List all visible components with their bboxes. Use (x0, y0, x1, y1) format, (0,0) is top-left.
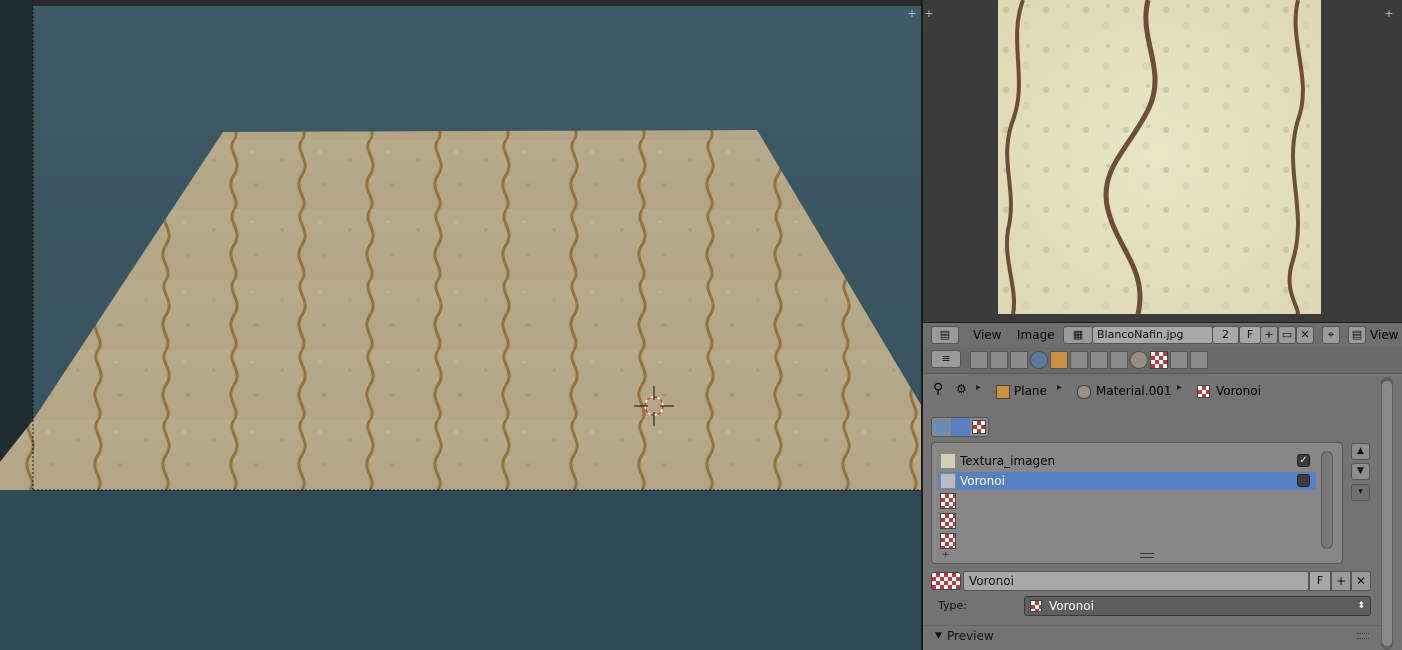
menu-image[interactable]: Image (1017, 326, 1055, 344)
empty-slot-icon (940, 513, 956, 529)
texture-context-switch (931, 417, 989, 437)
slot-enable-checkbox[interactable]: ✓ (1297, 454, 1310, 467)
area-split-widget-icon-left[interactable]: + (924, 8, 934, 19)
physics-icon[interactable] (1190, 351, 1208, 369)
breadcrumb: ⚲ ⚙ ▸ Plane ▸ Material.001 ▸ Voronoi (923, 377, 1402, 405)
list-item[interactable]: Textura_imagen ✓ (938, 452, 1316, 470)
image-editor-icon[interactable]: ▤ (931, 326, 959, 344)
texture-name-field[interactable]: Voronoi (963, 571, 1309, 591)
breadcrumb-arrow-icon: ▸ (976, 382, 982, 393)
other-context-icon[interactable] (972, 420, 986, 434)
voronoi-thumb-icon (940, 473, 956, 489)
texture-slot-list: Textura_imagen ✓ Voronoi + (931, 442, 1343, 564)
view-mode-label[interactable]: View (1370, 326, 1398, 344)
world-icon[interactable] (1030, 351, 1048, 369)
list-item-empty[interactable] (938, 492, 1316, 510)
render-layers-icon[interactable] (990, 351, 1008, 369)
new-texture-icon[interactable]: + (1331, 571, 1351, 591)
texture-type-dropdown[interactable]: Voronoi ⬍ (1024, 596, 1371, 616)
list-filter-icon[interactable]: + (942, 550, 950, 560)
unlink-texture-icon[interactable]: ✕ (1351, 571, 1371, 591)
preview-panel-title: Preview (947, 629, 994, 643)
3d-viewport[interactable]: + (0, 0, 921, 650)
breadcrumb-texture: Voronoi (1216, 384, 1261, 398)
texture-type-row: Type: Voronoi ⬍ (931, 596, 1371, 616)
modifiers-icon[interactable] (1090, 351, 1108, 369)
particles-icon[interactable] (1170, 351, 1188, 369)
texture-type-value: Voronoi (1049, 599, 1094, 613)
panel-divider (923, 625, 1383, 626)
scene-icon[interactable] (1010, 351, 1028, 369)
properties-editor: ≡ ⚲ ⚙ ▸ Plane ▸ Material.001 ▸ Voronoi T… (923, 347, 1402, 650)
move-slot-up-button[interactable]: ▲ (1351, 443, 1370, 460)
breadcrumb-object: Plane (1014, 384, 1047, 398)
properties-scrollbar-thumb[interactable] (1382, 381, 1392, 646)
texture-image-preview[interactable] (998, 0, 1321, 314)
breadcrumb-arrow-icon: ▸ (1177, 382, 1183, 393)
texture-fake-user-toggle[interactable]: F (1309, 571, 1331, 591)
unlink-icon[interactable]: ✕ (1296, 326, 1314, 344)
move-slot-down-button[interactable]: ▼ (1351, 463, 1370, 480)
texture-datablock-row: Voronoi F + ✕ (931, 571, 1371, 591)
preview-panel-header[interactable]: ▼ Preview (923, 625, 1383, 650)
object-icon[interactable] (1050, 351, 1068, 369)
list-scrollbar[interactable] (1321, 451, 1333, 549)
material-sphere-icon (1077, 385, 1091, 399)
breadcrumb-material: Material.001 (1096, 384, 1172, 398)
list-item-selected[interactable]: Voronoi (938, 472, 1316, 490)
browse-image-icon[interactable]: ▦ (1063, 326, 1093, 344)
scene-link-icon: ⚙ (956, 382, 967, 396)
pin-icon-props[interactable]: ⚲ (933, 381, 943, 397)
properties-scrollbar[interactable] (1381, 377, 1393, 650)
browse-texture-icon[interactable] (931, 572, 961, 590)
type-label: Type: (938, 599, 967, 612)
new-image-icon[interactable]: + (1260, 326, 1278, 344)
image-editor-header: ▤ View Image ▦ BlancoNafin.jpg 2 F + ▭ ✕… (923, 322, 1402, 347)
object-cube-icon (996, 385, 1010, 399)
pin-icon[interactable]: ⌖ (1322, 326, 1340, 344)
texture-icon[interactable] (1150, 351, 1168, 369)
image-editor[interactable]: + + (923, 0, 1402, 322)
3d-cursor-icon[interactable] (634, 386, 674, 426)
panel-drag-grip[interactable] (1357, 633, 1369, 639)
empty-slot-icon (940, 493, 956, 509)
material-icon[interactable] (1130, 351, 1148, 369)
texture-type-icon (1030, 600, 1042, 612)
fake-user-toggle[interactable]: F (1239, 326, 1261, 344)
properties-header: ≡ (923, 347, 1402, 374)
open-image-icon[interactable]: ▭ (1278, 326, 1296, 344)
data-icon[interactable] (1110, 351, 1128, 369)
textured-plane[interactable] (0, 0, 921, 650)
slot-enable-checkbox[interactable] (1297, 474, 1310, 487)
editor-type-icon[interactable]: ≡ (931, 350, 961, 368)
slot-specials-button[interactable]: ▾ (1351, 484, 1370, 501)
image-name-field[interactable]: BlancoNafin.jpg (1092, 326, 1213, 344)
view-mode-icon[interactable]: ▤ (1348, 326, 1366, 344)
list-item-empty[interactable] (938, 532, 1316, 550)
panel-collapse-arrow-icon[interactable]: ▼ (935, 631, 942, 641)
list-resize-grip[interactable] (1140, 553, 1154, 558)
image-texture-thumb-icon (940, 453, 956, 469)
render-icon[interactable] (970, 351, 988, 369)
breadcrumb-arrow-icon: ▸ (1057, 382, 1063, 393)
texture-checker-icon (1197, 385, 1210, 398)
image-users-count[interactable]: 2 (1212, 326, 1239, 344)
list-item-empty[interactable] (938, 512, 1316, 530)
slot-name: Voronoi (960, 474, 1005, 488)
constraints-icon[interactable] (1070, 351, 1088, 369)
slot-name: Textura_imagen (960, 454, 1056, 468)
dropdown-arrows-icon: ⬍ (1357, 601, 1365, 611)
material-context-icon[interactable] (951, 418, 970, 436)
area-split-widget-icon-right[interactable]: + (1384, 8, 1394, 19)
world-context-icon[interactable] (933, 419, 950, 435)
menu-view[interactable]: View (973, 326, 1001, 344)
area-split-widget-icon[interactable]: + (907, 8, 917, 19)
empty-slot-icon (940, 533, 956, 549)
